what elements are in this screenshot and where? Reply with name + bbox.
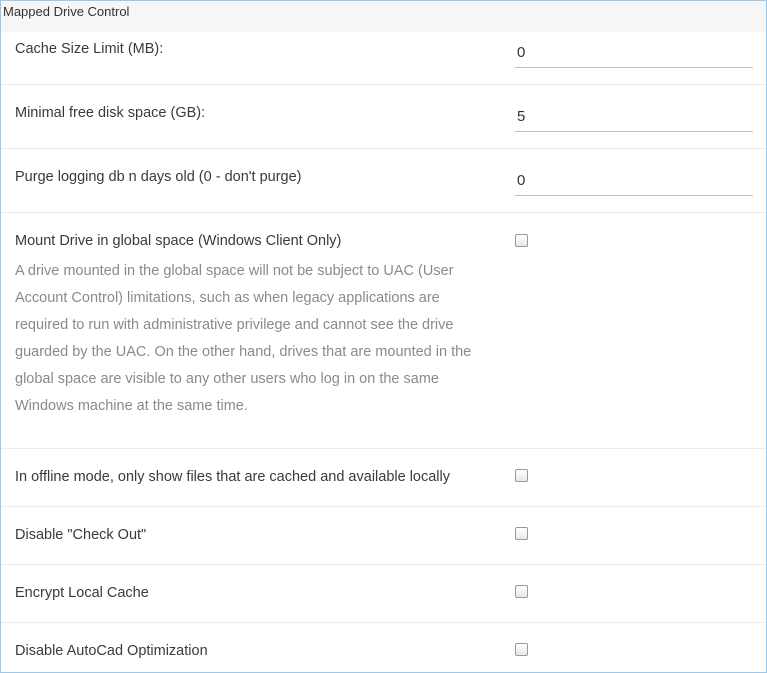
disable-autocad-label: Disable AutoCad Optimization bbox=[15, 643, 208, 659]
cache-size-row: Cache Size Limit (MB): bbox=[1, 32, 766, 85]
purge-logging-input[interactable] bbox=[515, 172, 753, 196]
disable-checkout-row: Disable "Check Out" bbox=[1, 507, 766, 565]
disable-checkout-checkbox[interactable] bbox=[515, 527, 528, 540]
offline-cached-label: In offline mode, only show files that ar… bbox=[15, 469, 450, 485]
mapped-drive-control-panel: Mapped Drive Control Cache Size Limit (M… bbox=[0, 0, 767, 673]
global-space-label: Mount Drive in global space (Windows Cli… bbox=[15, 233, 342, 249]
disable-autocad-row: Disable AutoCad Optimization bbox=[1, 623, 766, 672]
min-free-space-row: Minimal free disk space (GB): bbox=[1, 85, 766, 149]
panel-title: Mapped Drive Control bbox=[3, 4, 130, 19]
disable-checkout-label: Disable "Check Out" bbox=[15, 527, 147, 543]
cache-size-label: Cache Size Limit (MB): bbox=[15, 41, 164, 57]
purge-logging-label: Purge logging db n days old (0 - don't p… bbox=[15, 169, 302, 185]
encrypt-cache-row: Encrypt Local Cache bbox=[1, 565, 766, 623]
panel-header: Mapped Drive Control bbox=[1, 1, 766, 32]
purge-logging-row: Purge logging db n days old (0 - don't p… bbox=[1, 149, 766, 213]
global-space-description: A drive mounted in the global space will… bbox=[15, 263, 472, 414]
cache-size-input[interactable] bbox=[515, 44, 753, 68]
global-space-checkbox[interactable] bbox=[515, 234, 528, 247]
disable-autocad-checkbox[interactable] bbox=[515, 643, 528, 656]
min-free-space-input[interactable] bbox=[515, 108, 753, 132]
encrypt-cache-label: Encrypt Local Cache bbox=[15, 585, 149, 601]
encrypt-cache-checkbox[interactable] bbox=[515, 585, 528, 598]
offline-cached-checkbox[interactable] bbox=[515, 469, 528, 482]
global-space-row: Mount Drive in global space (Windows Cli… bbox=[1, 213, 766, 449]
min-free-space-label: Minimal free disk space (GB): bbox=[15, 105, 206, 121]
offline-cached-row: In offline mode, only show files that ar… bbox=[1, 449, 766, 507]
